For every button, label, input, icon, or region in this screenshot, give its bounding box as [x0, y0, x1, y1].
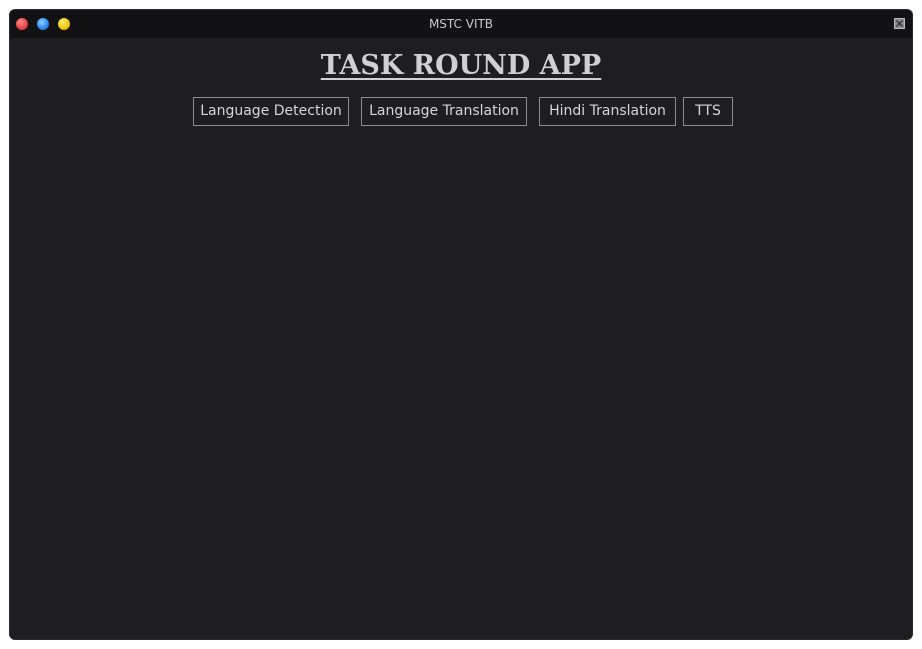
close-icon[interactable] [894, 18, 905, 29]
page-title: TASK ROUND APP [320, 50, 602, 81]
language-translation-button[interactable]: Language Translation [361, 97, 527, 126]
language-detection-button[interactable]: Language Detection [193, 97, 349, 126]
window-title: MSTC VITB [428, 17, 494, 31]
app-window: MSTC VITB TASK ROUND APP Language Detect… [10, 10, 912, 639]
tts-button[interactable]: TTS [683, 97, 733, 126]
titlebar: MSTC VITB [10, 10, 912, 38]
hindi-translation-button[interactable]: Hindi Translation [539, 97, 676, 126]
